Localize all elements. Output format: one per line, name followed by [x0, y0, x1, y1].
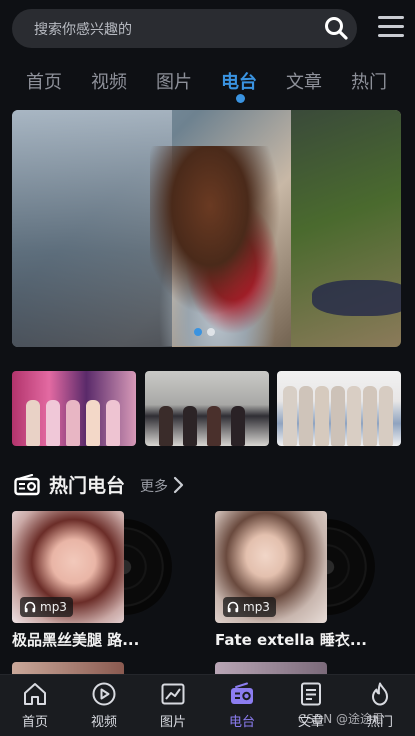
nav-video[interactable]: 视频: [69, 681, 139, 730]
banner-carousel[interactable]: [12, 110, 401, 347]
flame-icon: [372, 682, 388, 706]
station-cover-image[interactable]: mp3: [12, 511, 124, 623]
chart-icon: [161, 683, 185, 705]
nav-radio[interactable]: 电台: [207, 681, 277, 730]
menu-icon[interactable]: [378, 16, 404, 40]
section-title: 热门电台: [49, 475, 126, 497]
carousel-dot-active[interactable]: [194, 328, 202, 336]
station-cover-image[interactable]: mp3: [215, 511, 327, 623]
tab-images[interactable]: 图片: [156, 68, 192, 94]
search-placeholder: 搜索你感兴趣的: [34, 21, 132, 38]
tab-home[interactable]: 首页: [26, 68, 62, 94]
nav-home-label: 首页: [21, 715, 48, 730]
format-badge: mp3: [223, 597, 276, 617]
carousel-indicator: [194, 328, 215, 336]
home-icon: [24, 683, 46, 705]
format-badge: mp3: [20, 597, 73, 617]
search-icon[interactable]: [323, 15, 349, 41]
thumbnail-image-3[interactable]: [277, 371, 401, 446]
radio-icon: [14, 474, 40, 496]
format-badge-label: mp3: [40, 600, 67, 614]
top-bar: 搜索你感兴趣的: [0, 0, 415, 58]
nav-home[interactable]: 首页: [0, 681, 70, 730]
banner-image-subject: [150, 146, 300, 346]
headphone-icon: [227, 601, 239, 613]
category-tabs: 首页 视频 图片 电台 文章 热门: [0, 62, 415, 106]
station-title[interactable]: Fate extella 睡衣...: [215, 629, 390, 650]
station-title[interactable]: 极品黑丝美腿 路...: [12, 629, 187, 650]
search-input[interactable]: 搜索你感兴趣的: [12, 9, 357, 48]
chevron-right-icon[interactable]: [172, 476, 184, 494]
section-header: 热门电台 更多: [12, 470, 402, 502]
tab-hot[interactable]: 热门: [351, 68, 387, 94]
format-badge-label: mp3: [243, 600, 270, 614]
nav-images-label: 图片: [159, 715, 186, 730]
thumbnail-image-1[interactable]: [12, 371, 136, 446]
tab-video[interactable]: 视频: [91, 68, 127, 94]
banner-image-cloth: [312, 280, 401, 316]
nav-radio-label: 电台: [228, 715, 255, 730]
watermark: CSDN @途途君: [298, 712, 385, 726]
document-icon: [301, 682, 321, 706]
radio-icon: [231, 682, 253, 704]
tab-articles[interactable]: 文章: [286, 68, 322, 94]
tab-radio[interactable]: 电台: [221, 68, 257, 94]
headphone-icon: [24, 601, 36, 613]
play-icon: [92, 682, 116, 706]
app-page: 搜索你感兴趣的 首页 视频 图片 电台 文章 热门 热门电台 更多 mp3 极品…: [0, 0, 415, 736]
carousel-dot[interactable]: [207, 328, 215, 336]
thumbnail-image-2[interactable]: [145, 371, 269, 446]
banner-image-background: [12, 110, 172, 347]
active-tab-indicator: [236, 94, 245, 103]
more-link[interactable]: 更多: [140, 476, 168, 496]
station-card[interactable]: mp3 Fate extella 睡衣...: [215, 511, 390, 651]
nav-video-label: 视频: [90, 715, 117, 730]
nav-images[interactable]: 图片: [138, 681, 208, 730]
station-card[interactable]: mp3 极品黑丝美腿 路...: [12, 511, 187, 651]
